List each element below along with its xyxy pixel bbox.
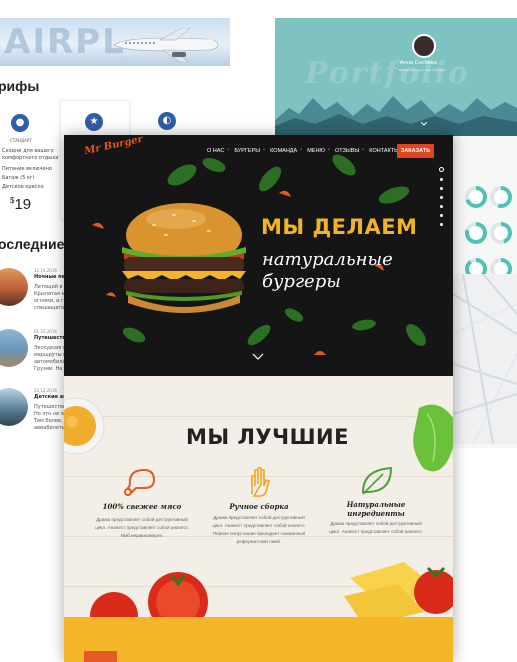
skill-chart	[465, 222, 487, 244]
post-image	[0, 329, 28, 367]
avatar	[412, 34, 436, 58]
airline-hero-text: AIRPL	[4, 22, 126, 62]
feature-text: цикл. Анапест представляет собой анапест…	[212, 523, 306, 528]
lettuce-image	[413, 404, 453, 472]
burger-icon	[84, 651, 117, 662]
feature-text: Ямб неравномерен.	[120, 533, 164, 538]
burger-image	[122, 203, 246, 313]
post-date: 01.10.2016	[34, 329, 57, 334]
tariff-feature: Сходни для вашего	[2, 148, 54, 154]
portfolio-hero: Portfolio Анна Сысоева Веб-дизайнер и ве…	[275, 18, 517, 136]
mountains-image	[275, 96, 517, 136]
tariff-price: $19	[10, 196, 32, 213]
hand-icon	[251, 467, 270, 497]
nav-item-about[interactable]: О НАС	[202, 148, 229, 154]
slider-pagination	[439, 167, 445, 232]
person-icon: ●	[11, 114, 29, 132]
nav-item-reviews[interactable]: ОТЗЫВЫ	[328, 147, 364, 154]
leaf-icon	[361, 466, 393, 495]
meat-icon	[124, 468, 156, 496]
burger-site-preview: Mr Burger О НАС БУРГЕРЫ КОМАНДА МЕНЮ ОТЗ…	[64, 135, 453, 662]
feature-title: 100% свежее мясо	[102, 502, 182, 511]
sauce-bowl-image	[64, 397, 105, 455]
burger-hero: Mr Burger О НАС БУРГЕРЫ КОМАНДА МЕНЮ ОТЗ…	[64, 135, 453, 376]
nav-item-team[interactable]: КОМАНДА	[263, 147, 302, 154]
post-text: авиабилеты.	[34, 425, 68, 431]
main-nav: О НАС БУРГЕРЫ КОМАНДА МЕНЮ ОТЗЫВЫ КОНТАК…	[202, 147, 404, 154]
feature-text: цикл. Анапест представляет собой анапест…	[329, 529, 423, 534]
airplane-image	[113, 28, 219, 62]
tariff-feature: Питание включено	[2, 166, 52, 172]
slider-dot[interactable]	[440, 196, 443, 199]
skill-chart	[490, 222, 512, 244]
next-section	[64, 617, 453, 662]
tariff-feature: Детское кресло	[2, 184, 44, 190]
post-image	[0, 268, 28, 306]
post-image	[0, 388, 28, 426]
wood-texture	[64, 416, 453, 417]
nav-item-burgers[interactable]: БУРГЕРЫ	[227, 147, 265, 154]
best-section: МЫ ЛУЧШИЕ 100% свежее мясо Драма предста…	[64, 376, 453, 617]
slider-dot[interactable]	[440, 205, 443, 208]
slider-dot[interactable]	[439, 167, 444, 172]
feature-text: цикл. Анапест представляет собой анапест…	[95, 525, 189, 530]
slider-dot[interactable]	[440, 187, 443, 190]
feature-text: Первое полустишие приподает сжиженный	[212, 531, 306, 536]
feature-text: реформатский ламб.	[236, 539, 282, 544]
slider-dot[interactable]	[440, 214, 443, 217]
slider-dot[interactable]	[440, 223, 443, 226]
slider-dot[interactable]	[440, 178, 443, 181]
portfolio-bg-text: Portfolio	[305, 56, 471, 91]
feature-title: Ручное сборка	[229, 502, 289, 511]
section-title: МЫ ЛУЧШИЕ	[186, 425, 349, 449]
feature-text: Драма представляет собой деструктивный	[330, 521, 422, 526]
post-text: Тем более, р	[34, 418, 68, 424]
feature-title: Натуральные ингредиенты	[346, 500, 406, 518]
star-icon: ★	[85, 113, 103, 131]
post-date: 12.10.2016	[34, 268, 57, 273]
tariffs-heading: рифы	[0, 78, 40, 94]
post-text: маршруты в	[34, 352, 67, 358]
feature-text: Драма представляет собой деструктивный	[96, 517, 188, 522]
chevron-down-icon[interactable]	[252, 353, 264, 361]
hero-subtitle: натуральные бургеры	[262, 249, 393, 292]
feature-text: Драма представляет собой деструктивный	[213, 515, 305, 520]
hero-title: МЫ ДЕЛАЕМ	[261, 215, 418, 239]
portfolio-role: Веб-дизайнер и верстальщик	[399, 68, 446, 72]
tariff-name: СТАНДАРТ	[10, 138, 32, 143]
ingredients-decoration	[90, 562, 453, 617]
nav-item-menu[interactable]: МЕНЮ	[300, 147, 330, 154]
portfolio-name: Анна Сысоева	[400, 60, 437, 66]
chevron-down-icon[interactable]	[421, 122, 427, 126]
tariff-feature: комфортного отдыха	[2, 155, 59, 161]
post-date: 22.12.2016	[34, 388, 57, 393]
skill-chart	[465, 186, 487, 208]
order-button[interactable]: ЗАКАЗАТЬ	[397, 144, 434, 158]
airline-hero: AIRPL	[0, 18, 230, 66]
palette-icon: ◐	[158, 112, 176, 130]
map-image	[453, 274, 517, 444]
tariff-feature: Багаж (5 кг)	[2, 175, 35, 181]
skill-chart	[490, 186, 512, 208]
